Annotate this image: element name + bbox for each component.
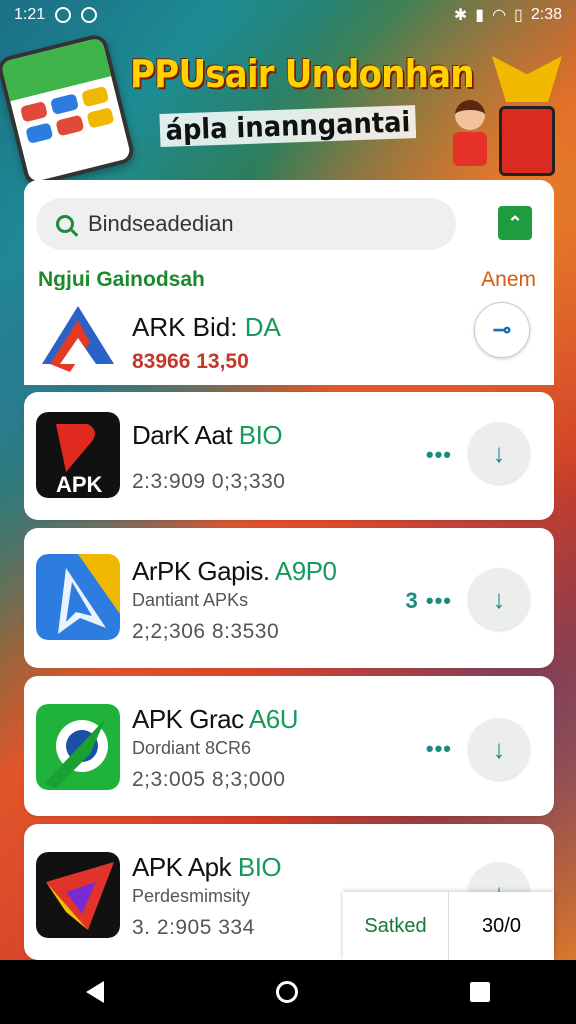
more-options-icon[interactable]: •••: [426, 736, 452, 762]
section-see-all-link[interactable]: Anem: [481, 268, 536, 292]
search-icon: [56, 215, 74, 233]
list-item[interactable]: ArPK Gapis. A9P0 Dantiant APKs 2;2;306 8…: [24, 528, 554, 668]
app-developer: Dordiant 8CR6: [132, 738, 252, 758]
home-icon[interactable]: [276, 981, 298, 1003]
banner-subtitle: ápla inanngantai: [159, 105, 417, 147]
app-stats: 2;3:005 8;3;000: [132, 768, 286, 791]
apk-black-icon: APK: [36, 412, 120, 498]
apk-blue-triangle-icon: [42, 306, 114, 372]
status-clock: 2:38: [530, 6, 562, 23]
promo-banner[interactable]: PPUsair Undonhan ápla inanngantai: [0, 30, 576, 188]
app-stats: 2:3:909 0;3;330: [132, 470, 286, 493]
download-button[interactable]: ↓: [468, 422, 530, 484]
list-item[interactable]: ARK Bid: DA 83966 13,50 ⊸: [24, 290, 554, 385]
back-icon[interactable]: [86, 981, 104, 1003]
apk-green-icon: [36, 704, 120, 790]
apk-blue-icon: [36, 554, 120, 640]
app-name: APK Apk BIO: [132, 852, 282, 882]
wifi-icon: ◠: [492, 7, 507, 24]
svg-text:APK: APK: [56, 472, 103, 497]
bluetooth-icon: ✱: [453, 7, 468, 24]
play-store-button[interactable]: ⌃: [498, 206, 532, 240]
apk-red-icon: [36, 852, 120, 938]
popup-action-right[interactable]: 30/0: [449, 892, 554, 960]
popup-action-left[interactable]: Satked: [343, 892, 449, 960]
status-time: 1:21: [14, 6, 46, 23]
app-stats: 3. 2:905 334: [132, 916, 255, 939]
download-button[interactable]: ↓: [468, 568, 530, 630]
app-name: ArPK Gapis. A9P0: [132, 556, 337, 586]
list-item[interactable]: APK DarK Aat BIO 2:3:909 0;3;330 ••• ↓: [24, 392, 554, 520]
app-developer: Dantiant APKs: [132, 590, 249, 610]
status-bar: 1:21 ✱ ▮ ◠ ▯ 2:38: [0, 0, 576, 30]
download-icon: ↓: [492, 733, 506, 764]
mascot-illustration: [448, 100, 492, 170]
system-nav-bar: [0, 960, 576, 1024]
search-bar[interactable]: Bindseadedian: [36, 198, 456, 250]
notification-icon: [55, 7, 72, 23]
banner-title: PPUsair Undonhan: [130, 52, 475, 96]
eagle-emblem-illustration: [492, 56, 562, 188]
signal-icon: ▮: [475, 7, 485, 24]
action-popup: Satked 30/0: [343, 892, 554, 960]
download-icon: ↓: [492, 437, 506, 468]
app-stats: 2;2;306 8:3530: [132, 620, 280, 643]
more-options-icon[interactable]: 3 •••: [406, 588, 452, 614]
eye-icon: [81, 7, 98, 23]
recent-apps-icon[interactable]: [470, 982, 490, 1002]
app-developer: Perdesmimsity: [132, 886, 251, 906]
battery-icon: ▯: [514, 7, 523, 24]
download-icon: ↓: [492, 583, 506, 614]
phone-illustration: [0, 32, 137, 188]
section-title: Ngjui Gainodsah: [38, 268, 205, 291]
app-stats: 83966 13,50: [132, 350, 249, 373]
app-name: DarK Aat BIO: [132, 420, 283, 450]
app-name: APK Grac A6U: [132, 704, 298, 734]
more-options-icon[interactable]: •••: [426, 442, 452, 468]
download-button[interactable]: ↓: [468, 718, 530, 780]
list-item[interactable]: APK Grac A6U Dordiant 8CR6 2;3:005 8;3;0…: [24, 676, 554, 816]
search-input[interactable]: Bindseadedian: [88, 211, 234, 237]
download-icon[interactable]: ⊸: [474, 302, 530, 358]
app-name: ARK Bid: DA: [132, 312, 281, 342]
